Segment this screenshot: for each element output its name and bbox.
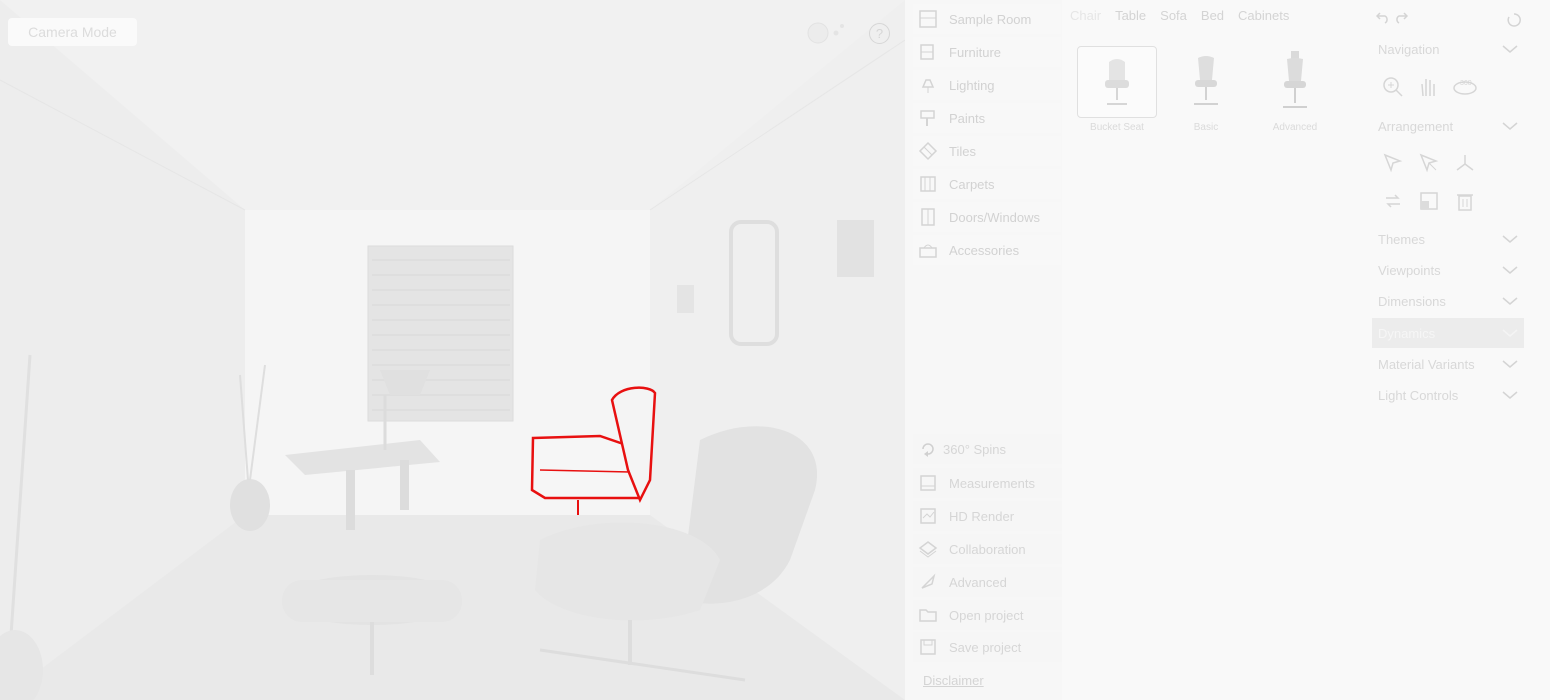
chevron-down-icon: [1502, 122, 1518, 130]
chair-thumbnail: [1077, 46, 1157, 118]
section-light-controls[interactable]: Light Controls: [1372, 380, 1524, 410]
pan-hand-icon[interactable]: [1418, 76, 1438, 98]
navigation-tools: 360: [1382, 76, 1478, 98]
paint-icon: [917, 107, 939, 129]
lamp-icon: [917, 74, 939, 96]
category-menu: Sample Room Furniture Lighting Paints Ti…: [905, 0, 1063, 700]
menu-item-sample-room[interactable]: Sample Room: [913, 4, 1061, 34]
save-icon: [917, 636, 939, 658]
tool-360-spins[interactable]: 360° Spins: [913, 434, 1063, 464]
folder-icon: [917, 604, 939, 626]
advanced-icon: [917, 571, 939, 593]
tool-measurements[interactable]: Measurements: [913, 468, 1063, 498]
scale-icon[interactable]: [1418, 190, 1440, 212]
product-catalog: Chair Table Sofa Bed Cabinets Bucket Sea…: [1062, 0, 1370, 700]
chevron-down-icon: [1502, 235, 1518, 243]
chair-thumbnail: [1255, 46, 1335, 118]
chevron-down-icon: [1502, 297, 1518, 305]
move-cursor-icon[interactable]: [1418, 152, 1440, 174]
section-viewpoints[interactable]: Viewpoints: [1372, 255, 1524, 285]
chair-thumbnail: [1166, 46, 1246, 118]
refresh-icon[interactable]: [1506, 12, 1522, 28]
menu-item-accessories[interactable]: Accessories: [913, 235, 1061, 265]
camera-mode-button[interactable]: Camera Mode: [8, 18, 137, 46]
render-icon: [917, 505, 939, 527]
tool-advanced[interactable]: Advanced: [913, 567, 1063, 597]
tiles-icon: [917, 140, 939, 162]
section-themes[interactable]: Themes: [1372, 224, 1524, 254]
select-icon[interactable]: [1382, 152, 1404, 174]
save-project-button[interactable]: Save project: [913, 632, 1063, 662]
swap-icon[interactable]: [1382, 190, 1404, 212]
svg-text:360: 360: [1460, 80, 1472, 87]
undo-icon[interactable]: [1376, 10, 1390, 24]
furniture-icon: [917, 41, 939, 63]
product-advanced[interactable]: Advanced: [1255, 46, 1335, 133]
room-scene[interactable]: [0, 0, 905, 700]
controls-panel: Navigation 360 Arrangement Themes Viewpo…: [1370, 0, 1550, 700]
tool-collaboration[interactable]: Collaboration: [913, 534, 1063, 564]
chevron-down-icon: [1502, 391, 1518, 399]
menu-item-lighting[interactable]: Lighting: [913, 70, 1061, 100]
carpet-icon: [917, 173, 939, 195]
disclaimer-link[interactable]: Disclaimer: [923, 673, 984, 688]
menu-item-carpets[interactable]: Carpets: [913, 169, 1061, 199]
rotate-360-icon[interactable]: 360: [1452, 76, 1478, 98]
product-basic[interactable]: Basic: [1166, 46, 1246, 133]
chevron-down-icon: [1502, 266, 1518, 274]
section-dynamics[interactable]: Dynamics: [1372, 318, 1524, 348]
spin-icon: [917, 438, 939, 460]
day-night-toggle-icon[interactable]: [805, 19, 845, 47]
tab-chair[interactable]: Chair: [1070, 8, 1101, 23]
zoom-icon[interactable]: [1382, 76, 1404, 98]
section-dimensions[interactable]: Dimensions: [1372, 286, 1524, 316]
tab-bed[interactable]: Bed: [1201, 8, 1224, 23]
tab-table[interactable]: Table: [1115, 8, 1146, 23]
room-icon: [917, 8, 939, 30]
menu-item-furniture[interactable]: Furniture: [913, 37, 1061, 67]
help-icon[interactable]: ?: [869, 23, 890, 44]
redo-icon[interactable]: [1394, 10, 1408, 24]
menu-item-doors-windows[interactable]: Doors/Windows: [913, 202, 1061, 232]
chevron-down-icon: [1502, 360, 1518, 368]
product-bucket-seat[interactable]: Bucket Seat: [1077, 46, 1157, 133]
chevron-down-icon: [1502, 329, 1518, 337]
section-navigation[interactable]: Navigation: [1372, 34, 1524, 64]
accessories-icon: [917, 239, 939, 261]
arrangement-tools-row-1: [1382, 152, 1476, 174]
trash-icon[interactable]: [1454, 190, 1476, 212]
app-root: Camera Mode ? Sample Room Furniture Ligh…: [0, 0, 1550, 700]
open-project-button[interactable]: Open project: [913, 600, 1063, 630]
room-viewport[interactable]: Camera Mode ?: [0, 0, 905, 700]
tool-hd-render[interactable]: HD Render: [913, 501, 1063, 531]
arrangement-tools-row-2: [1382, 190, 1476, 212]
section-material-variants[interactable]: Material Variants: [1372, 349, 1524, 379]
category-tabs: Chair Table Sofa Bed Cabinets: [1070, 8, 1289, 23]
section-arrangement[interactable]: Arrangement: [1372, 111, 1524, 141]
ruler-icon: [917, 472, 939, 494]
door-icon: [917, 206, 939, 228]
menu-item-tiles[interactable]: Tiles: [913, 136, 1061, 166]
tab-sofa[interactable]: Sofa: [1160, 8, 1187, 23]
menu-item-paints[interactable]: Paints: [913, 103, 1061, 133]
collaboration-icon: [917, 538, 939, 560]
chevron-down-icon: [1502, 45, 1518, 53]
tab-cabinets[interactable]: Cabinets: [1238, 8, 1289, 23]
history-toolbar: [1370, 8, 1530, 32]
axis-icon[interactable]: [1454, 152, 1476, 174]
